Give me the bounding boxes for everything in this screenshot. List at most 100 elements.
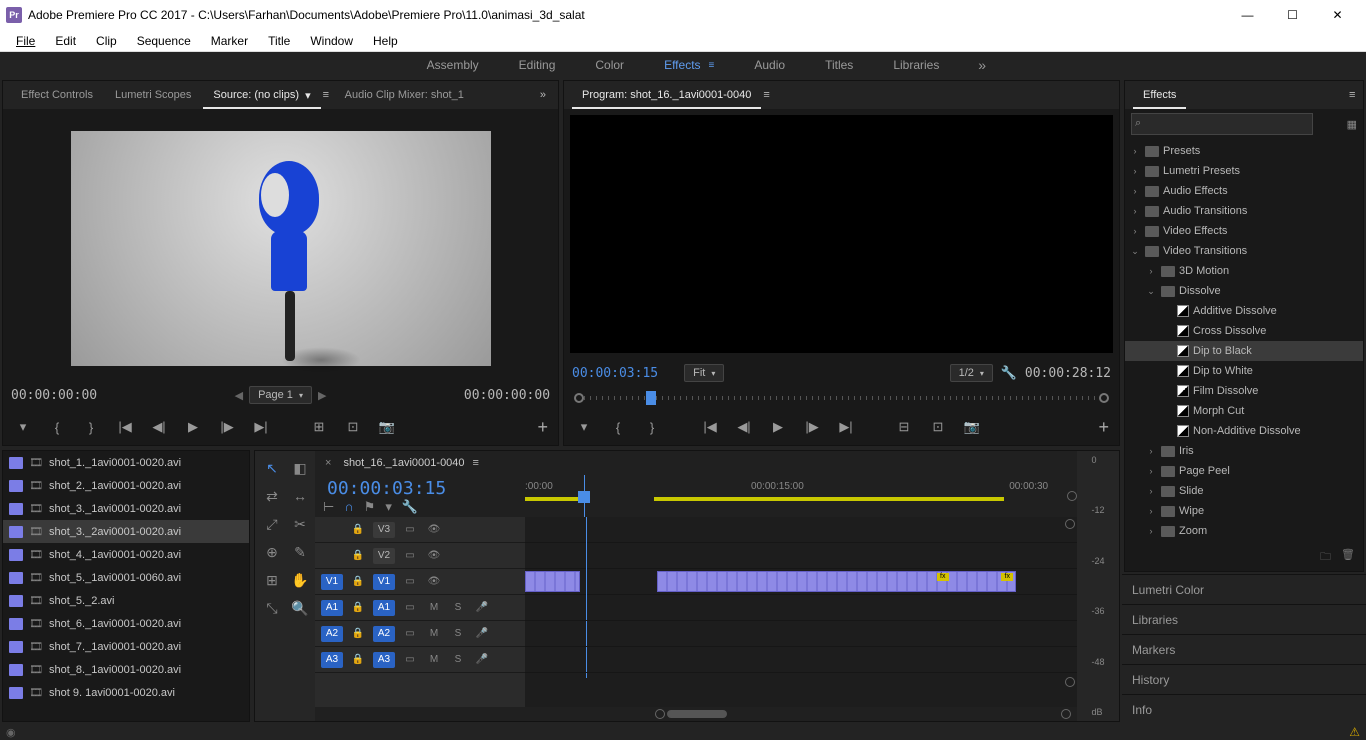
solo-button[interactable]: S bbox=[449, 652, 467, 668]
effects-tree-item[interactable]: ›Audio Transitions bbox=[1125, 201, 1363, 221]
sync-lock-icon[interactable]: ▭ bbox=[401, 652, 419, 668]
workspace-color[interactable]: Color bbox=[575, 52, 644, 78]
workspace-assembly[interactable]: Assembly bbox=[407, 52, 499, 78]
timeline-horizontal-scroll[interactable] bbox=[315, 707, 1077, 721]
panel-menu-icon[interactable] bbox=[1345, 89, 1355, 101]
tab-history[interactable]: History bbox=[1122, 664, 1366, 694]
project-item[interactable]: 🎞shot_1._1avi0001-0020.avi bbox=[3, 451, 249, 474]
sync-lock-icon[interactable]: ▭ bbox=[401, 522, 419, 538]
project-item[interactable]: 🎞shot_6._1avi0001-0020.avi bbox=[3, 612, 249, 635]
maximize-button[interactable]: ☐ bbox=[1270, 0, 1315, 30]
source-patch[interactable]: V1 bbox=[321, 574, 343, 590]
menu-window[interactable]: Window bbox=[300, 34, 363, 48]
add-marker-icon[interactable]: ⚑ bbox=[364, 499, 376, 515]
toggle-track-output-icon[interactable]: 👁 bbox=[425, 574, 443, 590]
track-target[interactable]: A3 bbox=[373, 652, 395, 668]
effects-tree-item[interactable]: ›Wipe bbox=[1125, 501, 1363, 521]
project-bin-list[interactable]: 🎞shot_1._1avi0001-0020.avi🎞shot_2._1avi0… bbox=[3, 451, 249, 721]
track-target[interactable]: V2 bbox=[373, 548, 395, 564]
extract-icon[interactable]: ⊡ bbox=[928, 417, 948, 437]
timeline-settings-icon[interactable]: 🔧 bbox=[402, 499, 418, 515]
menu-edit[interactable]: Edit bbox=[45, 34, 86, 48]
audio-track-header[interactable]: A1 🔒 A1 ▭ MS 🎤 bbox=[315, 595, 525, 621]
sync-lock-icon[interactable]: ▭ bbox=[401, 600, 419, 616]
project-item[interactable]: 🎞shot_2._1avi0001-0020.avi bbox=[3, 474, 249, 497]
lock-track-icon[interactable]: 🔒 bbox=[349, 600, 367, 616]
mark-out-icon[interactable]: } bbox=[81, 417, 101, 437]
track-scroll-top[interactable] bbox=[1065, 519, 1075, 529]
lock-track-icon[interactable]: 🔒 bbox=[349, 574, 367, 590]
effects-tree-item[interactable]: Dip to Black bbox=[1125, 341, 1363, 361]
expand-icon[interactable]: ⌄ bbox=[1145, 286, 1157, 297]
expand-icon[interactable]: › bbox=[1129, 226, 1141, 236]
toggle-track-output-icon[interactable]: 👁 bbox=[425, 548, 443, 564]
workspace-options-icon[interactable]: ≡ bbox=[709, 60, 715, 71]
settings-icon[interactable]: 🔧 bbox=[999, 363, 1019, 383]
step-forward-icon[interactable]: |▶ bbox=[217, 417, 237, 437]
expand-icon[interactable]: › bbox=[1145, 466, 1157, 476]
sequence-name[interactable]: shot_16._1avi0001-0040 bbox=[343, 457, 464, 469]
video-track-header[interactable]: V1🔒V1▭👁 bbox=[315, 569, 525, 595]
lock-track-icon[interactable]: 🔒 bbox=[349, 626, 367, 642]
audio-track-header[interactable]: A3🔒A3▭MS🎤 bbox=[315, 647, 525, 673]
effects-tree-item[interactable]: ›Audio Effects bbox=[1125, 181, 1363, 201]
rate-stretch-tool-icon[interactable]: ⤢ bbox=[261, 513, 283, 535]
effects-tree-item[interactable]: ›Slide bbox=[1125, 481, 1363, 501]
expand-icon[interactable]: › bbox=[1145, 446, 1157, 456]
voice-over-icon[interactable]: 🎤 bbox=[473, 626, 491, 642]
effects-tree-item[interactable]: ⌄Video Transitions bbox=[1125, 241, 1363, 261]
program-scrub-bar[interactable] bbox=[584, 396, 1099, 400]
tab-effects[interactable]: Effects bbox=[1133, 81, 1186, 109]
track-target[interactable]: V3 bbox=[373, 522, 395, 538]
effects-tree-item[interactable]: ›Video Effects bbox=[1125, 221, 1363, 241]
effects-tree-item[interactable]: ›Lumetri Presets bbox=[1125, 161, 1363, 181]
timeline-timecode[interactable]: 00:00:03:15 bbox=[315, 478, 525, 499]
menu-marker[interactable]: Marker bbox=[201, 34, 258, 48]
solo-button[interactable]: S bbox=[449, 600, 467, 616]
menu-clip[interactable]: Clip bbox=[86, 34, 127, 48]
source-patch[interactable]: A1 bbox=[321, 600, 343, 616]
slide-tool-icon[interactable]: ✎ bbox=[289, 541, 311, 563]
track-target[interactable]: A1 bbox=[373, 600, 395, 616]
play-icon[interactable]: ▶ bbox=[183, 417, 203, 437]
step-forward-icon[interactable]: |▶ bbox=[802, 417, 822, 437]
scrub-end[interactable] bbox=[1099, 393, 1109, 403]
effects-tree-item[interactable]: Dip to White bbox=[1125, 361, 1363, 381]
mute-button[interactable]: M bbox=[425, 600, 443, 616]
effects-tree-item[interactable]: ›3D Motion bbox=[1125, 261, 1363, 281]
workspace-effects[interactable]: Effects≡ bbox=[644, 52, 734, 78]
step-back-icon[interactable]: ◀| bbox=[734, 417, 754, 437]
project-item[interactable]: 🎞shot_3._2avi0001-0020.avi bbox=[3, 520, 249, 543]
timeline-clip[interactable] bbox=[525, 571, 580, 592]
audio-track-header[interactable]: A2🔒A2▭MS🎤 bbox=[315, 621, 525, 647]
sync-lock-icon[interactable]: ▭ bbox=[401, 548, 419, 564]
menu-help[interactable]: Help bbox=[363, 34, 408, 48]
workspace-editing[interactable]: Editing bbox=[499, 52, 576, 78]
sync-lock-icon[interactable]: ▭ bbox=[401, 626, 419, 642]
insert-icon[interactable]: ⊞ bbox=[309, 417, 329, 437]
selection-tool-icon[interactable]: ↖ bbox=[261, 457, 283, 479]
timeline-marker-icon[interactable]: ▾ bbox=[385, 499, 392, 515]
new-bin-icon[interactable]: ▦ bbox=[1347, 118, 1357, 131]
panel-menu-icon[interactable] bbox=[473, 457, 483, 469]
effects-tree-item[interactable]: ›Zoom bbox=[1125, 521, 1363, 541]
project-item[interactable]: 🎞shot_3._1avi0001-0020.avi bbox=[3, 497, 249, 520]
track-select-tool-icon[interactable]: ◧ bbox=[289, 457, 311, 479]
program-zoom-dropdown[interactable]: Fit▾ bbox=[684, 364, 724, 382]
go-to-out-icon[interactable]: ▶| bbox=[836, 417, 856, 437]
expand-icon[interactable]: › bbox=[1129, 206, 1141, 216]
close-button[interactable]: ✕ bbox=[1315, 0, 1360, 30]
linked-selection-icon[interactable]: ∩ bbox=[344, 499, 353, 515]
play-icon[interactable]: ▶ bbox=[768, 417, 788, 437]
hand-tool-icon[interactable]: ✋ bbox=[289, 569, 311, 591]
minimize-button[interactable]: — bbox=[1225, 0, 1270, 30]
effects-tree-item[interactable]: Cross Dissolve bbox=[1125, 321, 1363, 341]
go-to-in-icon[interactable]: |◀ bbox=[115, 417, 135, 437]
program-duration-timecode[interactable]: 00:00:28:12 bbox=[1025, 366, 1111, 381]
expand-icon[interactable]: › bbox=[1145, 506, 1157, 516]
voice-over-icon[interactable]: 🎤 bbox=[473, 600, 491, 616]
source-viewport[interactable] bbox=[9, 115, 552, 381]
tab-lumetri-scopes[interactable]: Lumetri Scopes bbox=[105, 81, 201, 109]
tab-source[interactable]: Source: (no clips) ▾ bbox=[203, 81, 320, 109]
panel-menu-icon[interactable] bbox=[763, 89, 773, 101]
